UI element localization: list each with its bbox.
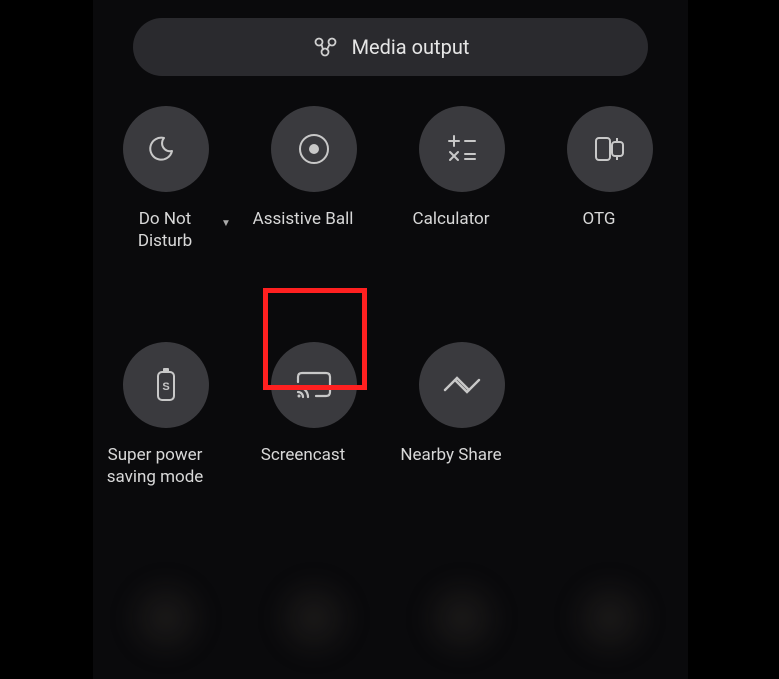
tile-label: OTG [534,208,664,230]
tile-label: Assistive Ball [238,208,368,230]
moon-icon [148,131,184,167]
do-not-disturb-toggle[interactable] [123,106,209,192]
tile-nearby-share: Nearby Share [419,342,505,488]
media-output-icon [312,36,340,58]
super-power-saving-toggle[interactable]: S [123,342,209,428]
media-output-button[interactable]: Media output [133,18,648,76]
blurred-app-icon [271,575,357,661]
media-output-label: Media output [352,35,470,59]
svg-text:S: S [162,381,169,393]
tile-row-2: S Super power saving mode [123,342,663,488]
tile-row-1: Do Not Disturb ▼ Assistive Ball [123,106,663,252]
target-icon [294,129,334,169]
tile-calculator: Calculator [419,106,505,252]
screencast-toggle[interactable] [271,342,357,428]
tile-super-power-saving: S Super power saving mode [123,342,209,488]
quick-settings-panel: Media output Do Not Disturb ▼ [93,0,688,679]
tile-label: Nearby Share [386,444,516,466]
tile-label: Do Not Disturb [120,208,210,252]
battery-icon: S [152,365,180,405]
calculator-button[interactable] [419,106,505,192]
chevron-down-icon[interactable]: ▼ [221,218,231,229]
tile-otg: OTG [567,106,653,252]
background-dock-blur [123,575,663,661]
assistive-ball-toggle[interactable] [271,106,357,192]
tile-label: Super power saving mode [90,444,220,488]
otg-toggle[interactable] [567,106,653,192]
quick-tiles-grid: Do Not Disturb ▼ Assistive Ball [123,106,663,578]
nearby-share-toggle[interactable] [419,342,505,428]
blurred-app-icon [419,575,505,661]
tile-do-not-disturb: Do Not Disturb ▼ [123,106,209,252]
blurred-app-icon [123,575,209,661]
tile-label: Screencast [238,444,368,466]
blurred-app-icon [567,575,653,661]
calculator-icon [445,132,479,166]
nearby-share-icon [441,372,483,398]
cast-icon [293,368,335,402]
otg-icon [590,131,630,167]
tile-assistive-ball: Assistive Ball [271,106,357,252]
tile-screencast: Screencast [271,342,357,488]
tile-label: Calculator [386,208,516,230]
